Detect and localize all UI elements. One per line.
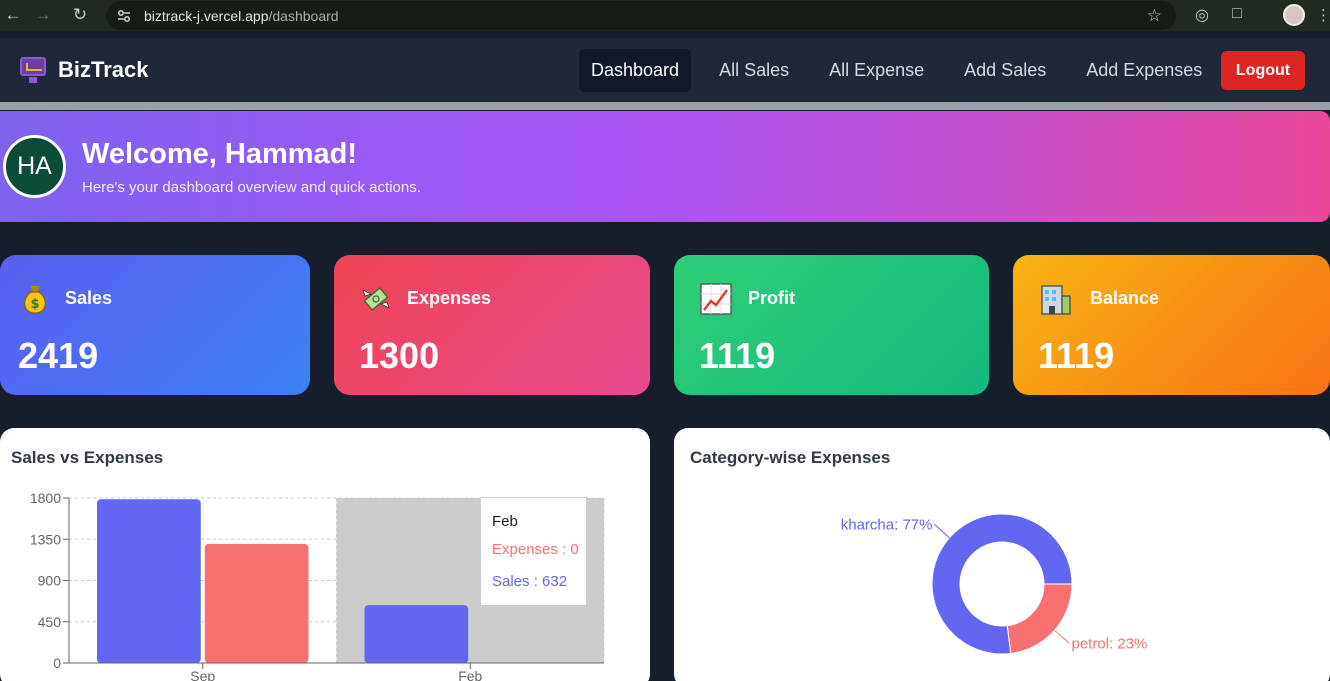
pie-slice-1: [1006, 583, 1073, 655]
y-tick-label: 0: [53, 655, 61, 671]
y-tick-label: 450: [38, 614, 62, 630]
pie-label: kharcha: 77%: [841, 516, 933, 533]
tooltip-sales: Sales : 632: [492, 573, 568, 590]
tooltip-expenses: Expenses : 0: [492, 541, 579, 558]
tooltip-title: Feb: [492, 513, 518, 530]
charts-layer: 0 450 900 1350 1800 Sep Feb kharcha: 77% petrol:…: [30, 490, 1148, 681]
y-tick-label: 1350: [30, 531, 61, 547]
y-tick-label: 900: [38, 573, 62, 589]
y-tick-label: 1800: [30, 490, 61, 506]
bar-sales-sep: [97, 499, 201, 663]
pie-label: petrol: 23%: [1072, 636, 1148, 653]
x-tick-label: Sep: [190, 668, 215, 681]
pie-leader-line: [1054, 629, 1070, 644]
bar-sales-feb: [364, 605, 469, 663]
x-tick-label: Feb: [458, 668, 482, 681]
bar-expenses-sep: [204, 543, 309, 663]
chart-tooltip: Feb Expenses : 0 Sales : 632: [480, 497, 587, 606]
pie-leader-line: [934, 524, 950, 539]
